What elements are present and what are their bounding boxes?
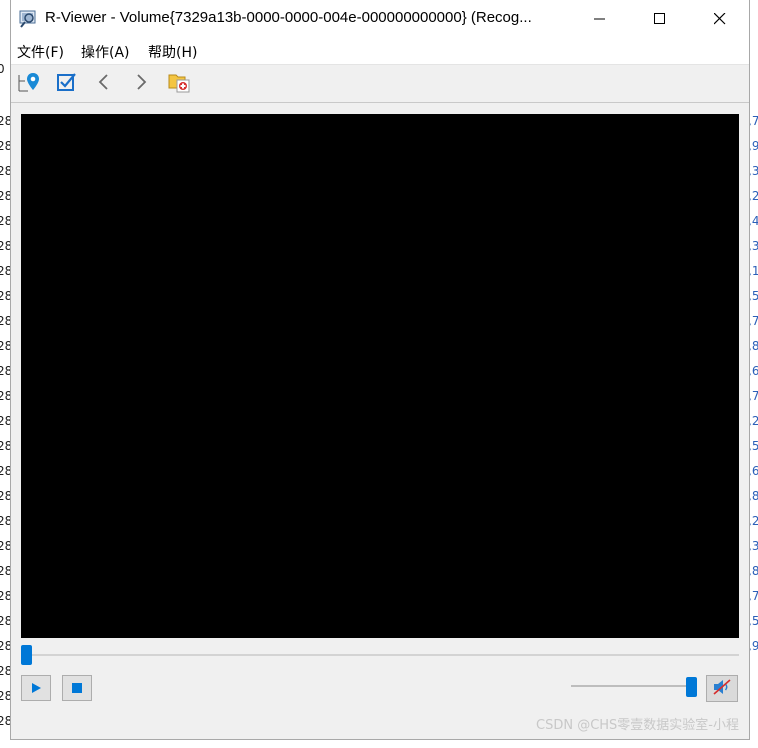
recover-folder-icon	[167, 70, 191, 98]
video-display[interactable]	[21, 114, 739, 638]
menu-bar: 文件(F) 操作(A) 帮助(H)	[11, 38, 749, 64]
r-viewer-window: R-Viewer - Volume{7329a13b-0000-0000-004…	[10, 0, 750, 740]
seek-slider-thumb[interactable]	[21, 645, 32, 665]
checkbox-checked-icon	[56, 71, 78, 97]
seek-track[interactable]	[21, 654, 739, 656]
play-button[interactable]	[21, 675, 51, 701]
previous-button[interactable]	[90, 71, 118, 97]
viewer-magnifier-icon	[19, 9, 39, 29]
speaker-muted-icon	[712, 678, 732, 700]
background-app-left-edge: 0 28 28 28 28 28 28 28 28 28 28 28 28 28 28 28 28 28 28 28 2…	[0, 0, 12, 748]
menu-file[interactable]: 文件(F)	[17, 42, 64, 62]
close-button[interactable]	[691, 0, 749, 38]
maximize-icon	[654, 10, 666, 29]
locate-map-pin-icon	[16, 71, 42, 97]
select-button[interactable]	[53, 71, 81, 97]
menu-action[interactable]: 操作(A)	[81, 42, 130, 62]
title-bar[interactable]: R-Viewer - Volume{7329a13b-0000-0000-004…	[11, 0, 749, 38]
menu-help[interactable]: 帮助(H)	[148, 42, 197, 62]
chevron-left-icon	[97, 73, 111, 95]
close-icon	[713, 10, 726, 29]
minimize-icon	[594, 10, 606, 29]
chevron-right-icon	[134, 73, 148, 95]
mute-button[interactable]	[706, 675, 738, 702]
window-title: R-Viewer - Volume{7329a13b-0000-0000-004…	[45, 9, 532, 26]
stop-button[interactable]	[62, 675, 92, 701]
volume-track[interactable]	[571, 685, 693, 687]
toolbar-divider	[11, 102, 749, 103]
maximize-button[interactable]	[631, 0, 689, 38]
next-button[interactable]	[127, 71, 155, 97]
volume-slider-thumb[interactable]	[686, 677, 697, 697]
background-text: 0	[0, 62, 5, 76]
minimize-button[interactable]	[571, 0, 629, 38]
recover-button[interactable]	[165, 71, 193, 97]
watermark: CSDN @CHS零壹数据实验室-小程	[536, 718, 739, 733]
toolbar	[11, 64, 749, 103]
play-icon	[30, 679, 42, 698]
stop-icon	[71, 679, 83, 698]
locate-button[interactable]	[15, 71, 43, 97]
